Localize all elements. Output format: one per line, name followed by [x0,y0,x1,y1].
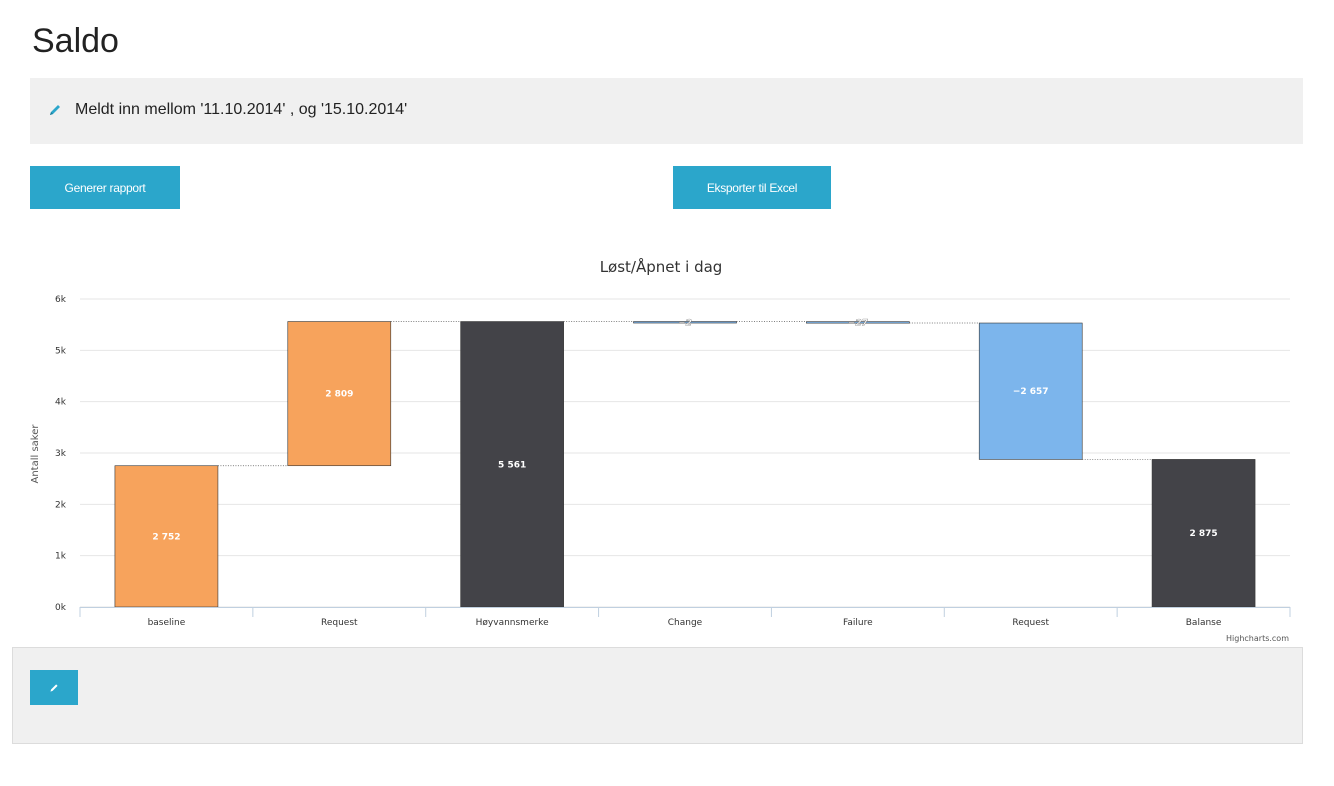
data-label: 5 561 [498,460,526,470]
y-tick-label: 2k [55,500,67,510]
export-excel-button[interactable]: Eksporter til Excel [673,166,831,209]
generate-report-button[interactable]: Generer rapport [30,166,180,209]
y-axis-ticks: 0k 1k 2k 3k 4k 5k 6k [55,295,67,613]
x-tick-label: Høyvannsmerke [476,618,549,628]
page-title: Saldo [32,22,119,60]
y-tick-label: 3k [55,449,67,459]
y-tick-label: 1k [55,552,67,562]
x-axis: baseline Request Høyvannsmerke Change Failur… [79,607,1291,628]
data-label: −27 [848,318,869,328]
y-tick-label: 4k [55,398,67,408]
edit-button[interactable] [30,670,78,705]
x-tick-label: baseline [148,618,186,628]
filter-text: Meldt inn mellom '11.10.2014' , og '15.1… [75,101,408,118]
pencil-icon[interactable] [48,103,62,117]
y-tick-label: 6k [55,295,67,305]
bottom-panel [12,647,1303,744]
y-axis-label: Antall saker [30,424,41,484]
chart-gridlines [80,298,1290,608]
chart-credits[interactable]: Highcharts.com [1226,634,1289,643]
x-tick-label: Balanse [1186,618,1222,628]
data-label: −2 657 [1013,387,1049,397]
data-label: 2 752 [152,532,180,542]
chart-bars [114,321,1256,608]
waterfall-chart: Løst/Åpnet i dag 0k 1k 2k 3k 4k 5k 6k Antall s… [30,257,1291,643]
data-label: 2 809 [325,390,353,400]
data-label: −2 [678,318,692,328]
x-tick-label: Request [321,618,358,628]
y-tick-label: 0k [55,603,67,613]
filter-bar: Meldt inn mellom '11.10.2014' , og '15.1… [30,78,1303,144]
data-label: 2 875 [1189,529,1217,539]
x-tick-label: Request [1012,618,1049,628]
pencil-icon [50,683,58,692]
y-tick-label: 5k [55,346,67,356]
chart-title: Løst/Åpnet i dag [600,257,723,276]
x-tick-label: Change [668,618,703,628]
x-tick-label: Failure [843,618,873,628]
